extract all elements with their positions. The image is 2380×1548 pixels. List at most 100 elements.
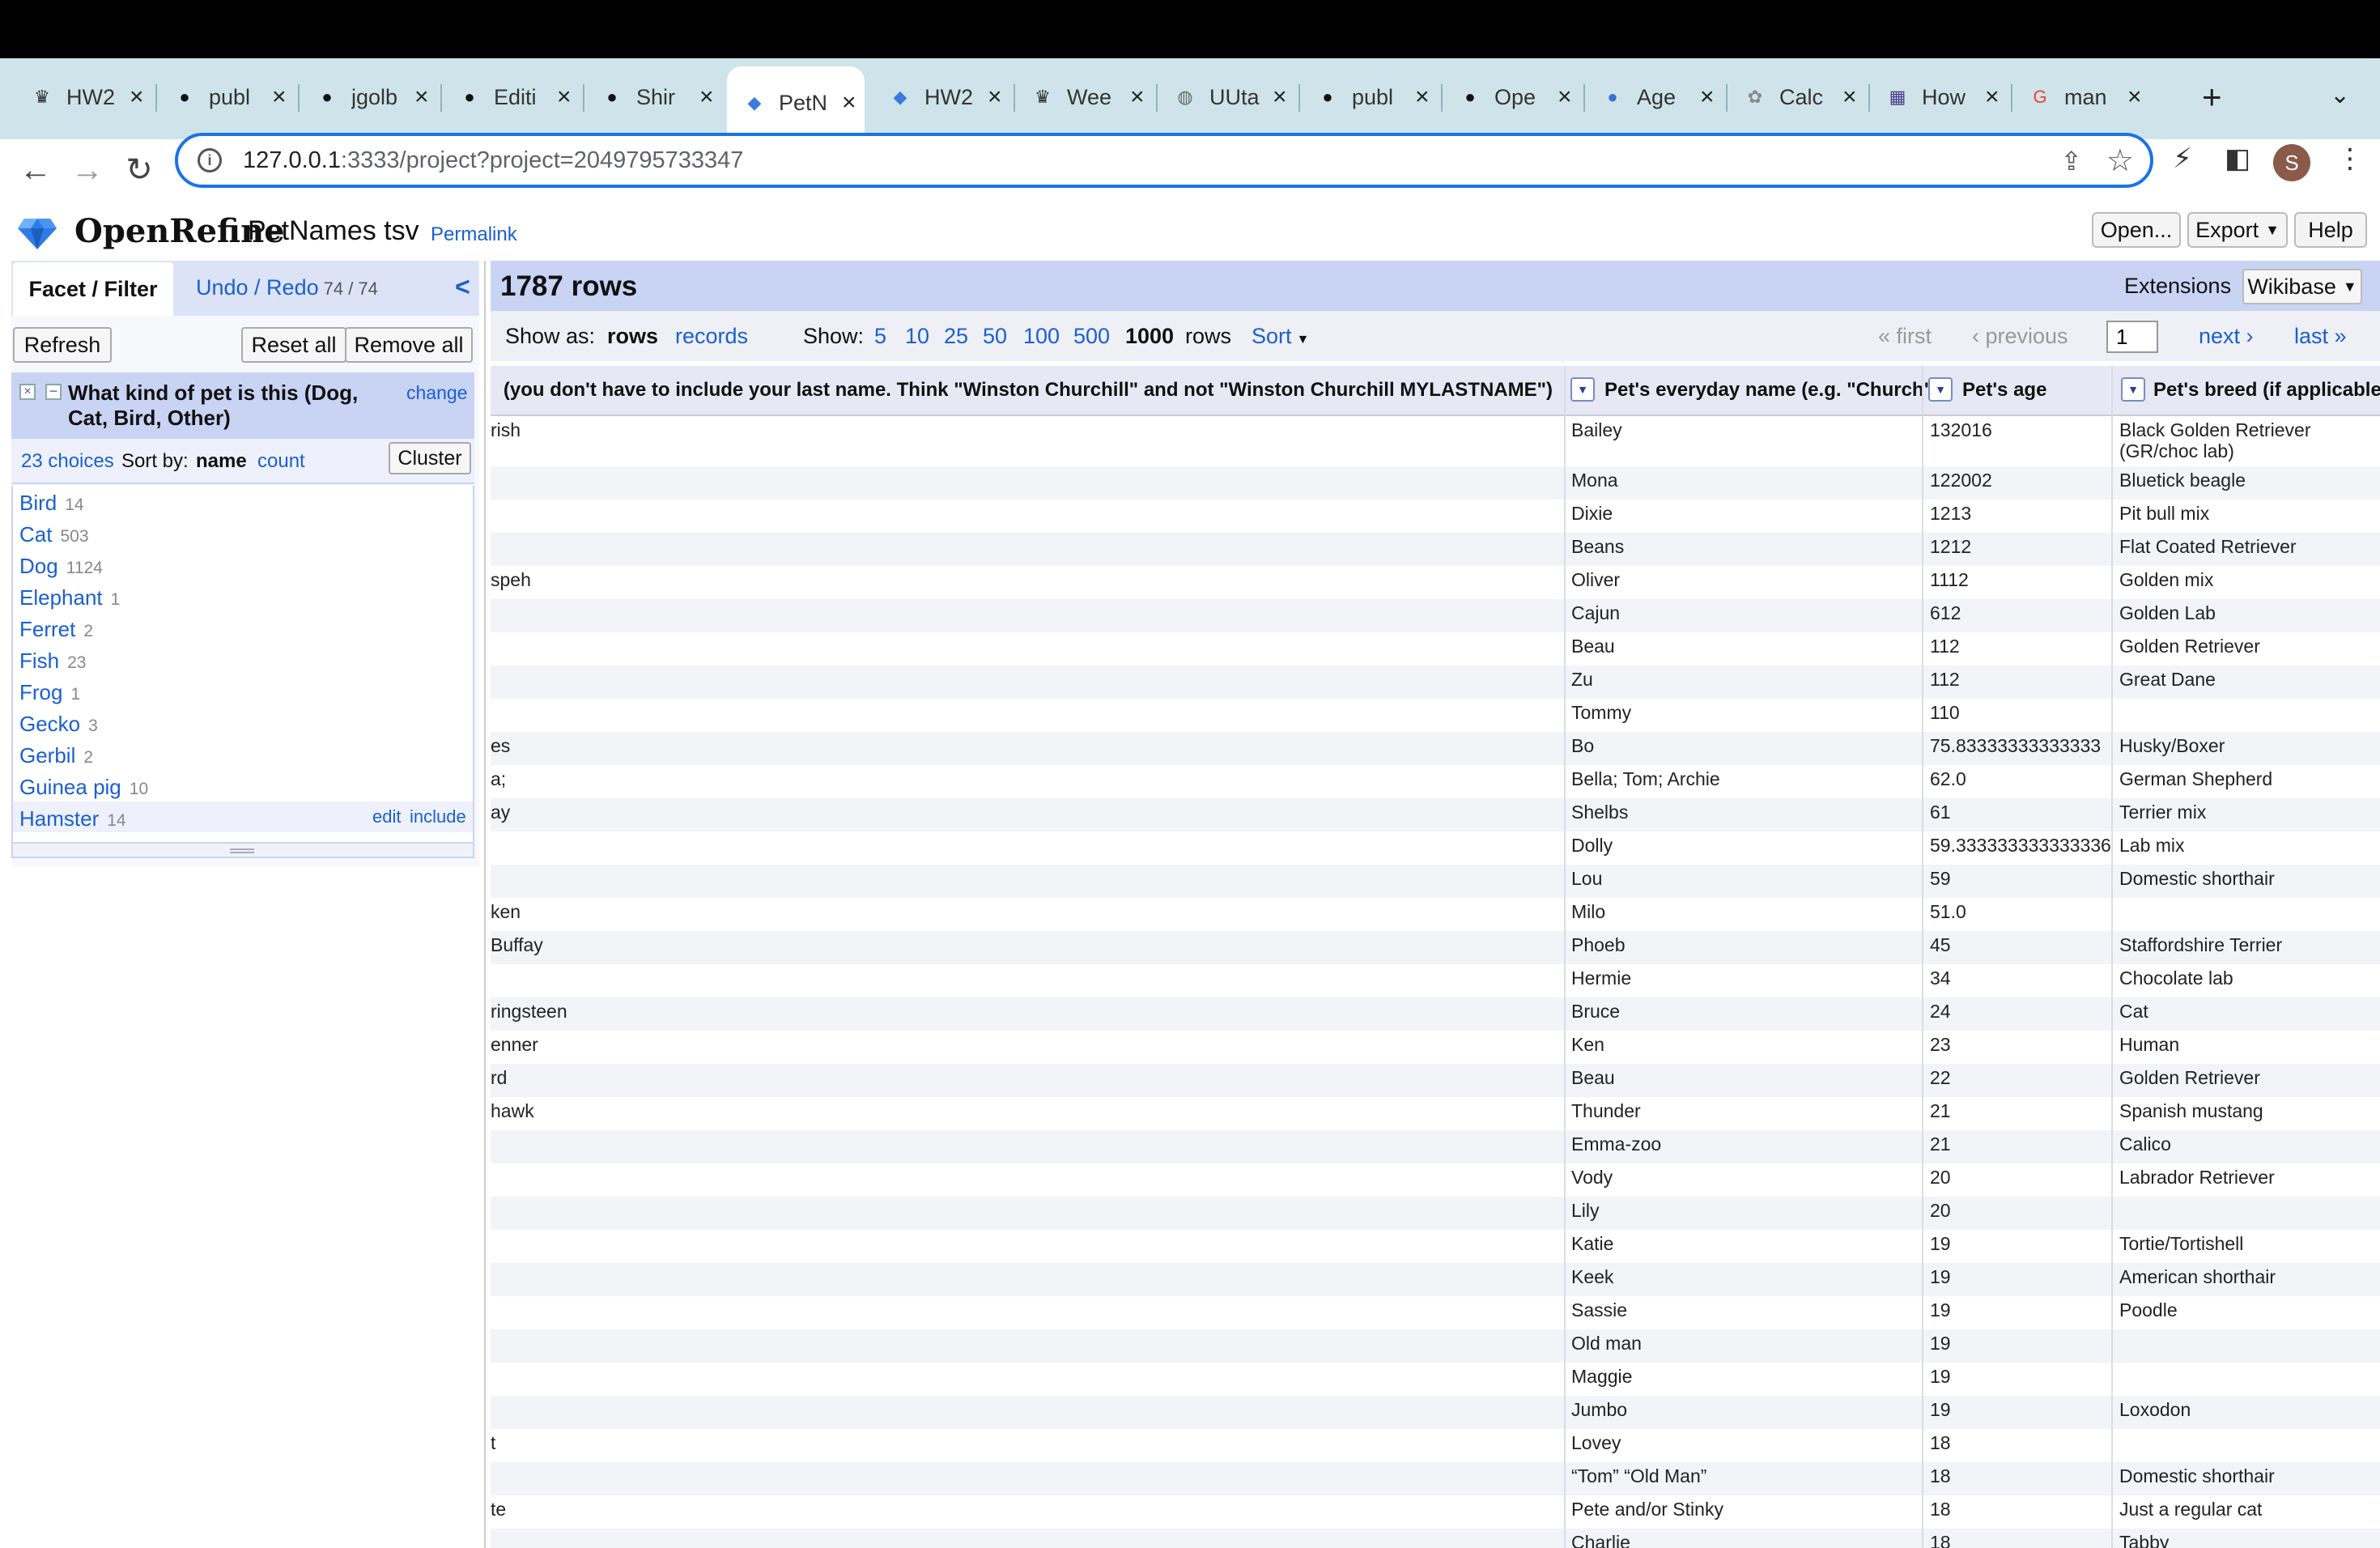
- table-cell-name[interactable]: Bailey: [1571, 419, 1622, 440]
- table-cell-breed[interactable]: Terrier mix: [2119, 802, 2206, 823]
- profile-avatar[interactable]: S: [2273, 144, 2310, 181]
- tab-close-icon[interactable]: ×: [130, 83, 144, 111]
- project-name[interactable]: PetNames tsv: [248, 215, 419, 247]
- table-cell-age[interactable]: 45: [1930, 934, 1951, 955]
- sidepanel-icon[interactable]: ◧: [2225, 142, 2250, 175]
- table-row[interactable]: “Tom” “Old Man” 18 Domestic shorthair: [491, 1462, 2380, 1495]
- table-cell-name[interactable]: Hermie: [1571, 968, 1631, 989]
- column-header[interactable]: Pet's breed (if applicable): [2153, 379, 2380, 402]
- table-cell-age[interactable]: 24: [1930, 1001, 1951, 1022]
- page-size-100[interactable]: 100: [1023, 324, 1060, 349]
- table-row[interactable]: Zu 112 Great Dane: [491, 666, 2380, 699]
- table-cell-name[interactable]: Charlie: [1571, 1532, 1630, 1548]
- table-row[interactable]: te Pete and/or Stinky 18 Just a regular cat: [491, 1495, 2380, 1529]
- table-cell-breed[interactable]: Domestic shorthair: [2119, 868, 2275, 889]
- table-cell-age[interactable]: 110: [1930, 702, 1960, 723]
- facet-choice-name[interactable]: Ferret: [19, 617, 75, 641]
- table-cell-age[interactable]: 19: [1930, 1333, 1951, 1354]
- table-cell-full[interactable]: rd: [491, 1067, 507, 1088]
- facet-include-link[interactable]: include: [410, 806, 466, 827]
- table-cell-full[interactable]: hawk: [491, 1100, 534, 1121]
- facet-choice[interactable]: Frog 1: [19, 680, 80, 705]
- forward-arrow-icon[interactable]: →: [62, 144, 113, 196]
- table-cell-name[interactable]: Emma-zoo: [1571, 1133, 1661, 1155]
- table-cell-name[interactable]: Shelbs: [1571, 802, 1628, 823]
- table-cell-name[interactable]: Ken: [1571, 1034, 1604, 1055]
- browser-tab[interactable]: ◆ PetN ×: [727, 66, 865, 139]
- table-cell-breed[interactable]: Husky/Boxer: [2119, 735, 2225, 756]
- table-cell-name[interactable]: Dolly: [1571, 835, 1613, 856]
- site-info-icon[interactable]: i: [198, 148, 222, 172]
- table-row[interactable]: speh Oliver 1112 Golden mix: [491, 566, 2380, 599]
- table-cell-breed[interactable]: American shorthair: [2119, 1266, 2276, 1287]
- table-cell-breed[interactable]: Tortie/Tortishell: [2119, 1233, 2243, 1254]
- table-cell-age[interactable]: 18: [1930, 1532, 1951, 1548]
- table-cell-name[interactable]: Lovey: [1571, 1432, 1621, 1453]
- table-row[interactable]: Tommy 110: [491, 699, 2380, 732]
- permalink-link[interactable]: Permalink: [431, 223, 517, 246]
- table-cell-age[interactable]: 21: [1930, 1133, 1951, 1155]
- table-row[interactable]: a; Bella; Tom; Archie 62.0 German Shepherd: [491, 765, 2380, 798]
- remove-all-button[interactable]: Remove all: [345, 327, 473, 363]
- table-cell-age[interactable]: 112: [1930, 636, 1960, 657]
- table-cell-breed[interactable]: Pit bull mix: [2119, 503, 2209, 524]
- table-row[interactable]: t Lovey 18: [491, 1429, 2380, 1462]
- column-header[interactable]: Pet's age: [1962, 379, 2046, 402]
- table-cell-full[interactable]: Buffay: [491, 934, 543, 955]
- reset-all-button[interactable]: Reset all: [241, 327, 346, 363]
- table-cell-name[interactable]: Tommy: [1571, 702, 1631, 723]
- cluster-button[interactable]: Cluster: [389, 442, 471, 474]
- page-size-50[interactable]: 50: [983, 324, 1007, 349]
- table-cell-age[interactable]: 62.0: [1930, 768, 1966, 789]
- table-cell-name[interactable]: Beau: [1571, 636, 1615, 657]
- table-cell-breed[interactable]: Golden Retriever: [2119, 1067, 2260, 1088]
- tab-facet-filter[interactable]: Facet / Filter: [13, 262, 173, 316]
- facet-choice[interactable]: Ferret 2: [19, 617, 93, 642]
- table-row[interactable]: rish Bailey 132016 Black Golden Retriever (G…: [491, 416, 2380, 466]
- table-cell-age[interactable]: 20: [1930, 1200, 1951, 1221]
- table-cell-name[interactable]: Vody: [1571, 1167, 1613, 1188]
- table-cell-breed[interactable]: Golden Retriever: [2119, 636, 2260, 657]
- first-page-link[interactable]: « first: [1878, 324, 1932, 349]
- table-cell-breed[interactable]: Calico: [2119, 1133, 2171, 1155]
- table-cell-breed[interactable]: Labrador Retriever: [2119, 1167, 2275, 1188]
- facet-edit-link[interactable]: edit: [372, 806, 401, 827]
- facet-choice[interactable]: Cat 503: [19, 522, 89, 547]
- table-row[interactable]: Lou 59 Domestic shorthair: [491, 865, 2380, 898]
- table-row[interactable]: enner Ken 23 Human: [491, 1031, 2380, 1064]
- browser-tab[interactable]: ✿ Calc ×: [1728, 68, 1865, 126]
- table-cell-age[interactable]: 59.333333333333336: [1930, 835, 2111, 856]
- table-cell-breed[interactable]: Staffordshire Terrier: [2119, 934, 2282, 955]
- facet-choice-name[interactable]: Hamster: [19, 806, 99, 831]
- table-cell-name[interactable]: Bo: [1571, 735, 1594, 756]
- table-cell-breed[interactable]: Chocolate lab: [2119, 968, 2233, 989]
- table-cell-breed[interactable]: Golden Lab: [2119, 602, 2216, 623]
- table-cell-breed[interactable]: Just a regular cat: [2119, 1499, 2262, 1520]
- table-row[interactable]: Sassie 19 Poodle: [491, 1296, 2380, 1329]
- table-cell-name[interactable]: Zu: [1571, 669, 1593, 690]
- table-cell-name[interactable]: Phoeb: [1571, 934, 1626, 955]
- table-cell-full[interactable]: speh: [491, 569, 531, 590]
- table-cell-age[interactable]: 75.83333333333333: [1930, 735, 2101, 756]
- show-as-rows[interactable]: rows: [607, 324, 658, 349]
- table-cell-breed[interactable]: Great Dane: [2119, 669, 2216, 690]
- table-cell-breed[interactable]: Cat: [2119, 1001, 2148, 1022]
- tab-close-icon[interactable]: ×: [1700, 83, 1715, 111]
- sort-menu[interactable]: Sort ▼: [1252, 324, 1309, 349]
- browser-tab[interactable]: ● publ ×: [1300, 68, 1438, 126]
- table-cell-age[interactable]: 22: [1930, 1067, 1951, 1088]
- table-cell-age[interactable]: 18: [1930, 1465, 1951, 1486]
- tab-close-icon[interactable]: ×: [272, 83, 287, 111]
- address-bar[interactable]: i 127.0.0.1:3333/project?project=2049795…: [175, 133, 2153, 188]
- table-cell-name[interactable]: Lou: [1571, 868, 1602, 889]
- table-cell-full[interactable]: ken: [491, 901, 521, 922]
- table-row[interactable]: Maggie 19: [491, 1363, 2380, 1396]
- table-cell-full[interactable]: te: [491, 1499, 506, 1520]
- facet-choice[interactable]: Bird 14: [19, 491, 84, 516]
- facet-choice[interactable]: Gerbil 2: [19, 743, 93, 768]
- browser-tab[interactable]: ◍ UUta ×: [1158, 68, 1295, 126]
- next-page-link[interactable]: next ›: [2199, 324, 2254, 349]
- table-cell-name[interactable]: Milo: [1571, 901, 1605, 922]
- facet-choice-name[interactable]: Fish: [19, 649, 59, 673]
- export-button[interactable]: Export ▼: [2187, 212, 2288, 248]
